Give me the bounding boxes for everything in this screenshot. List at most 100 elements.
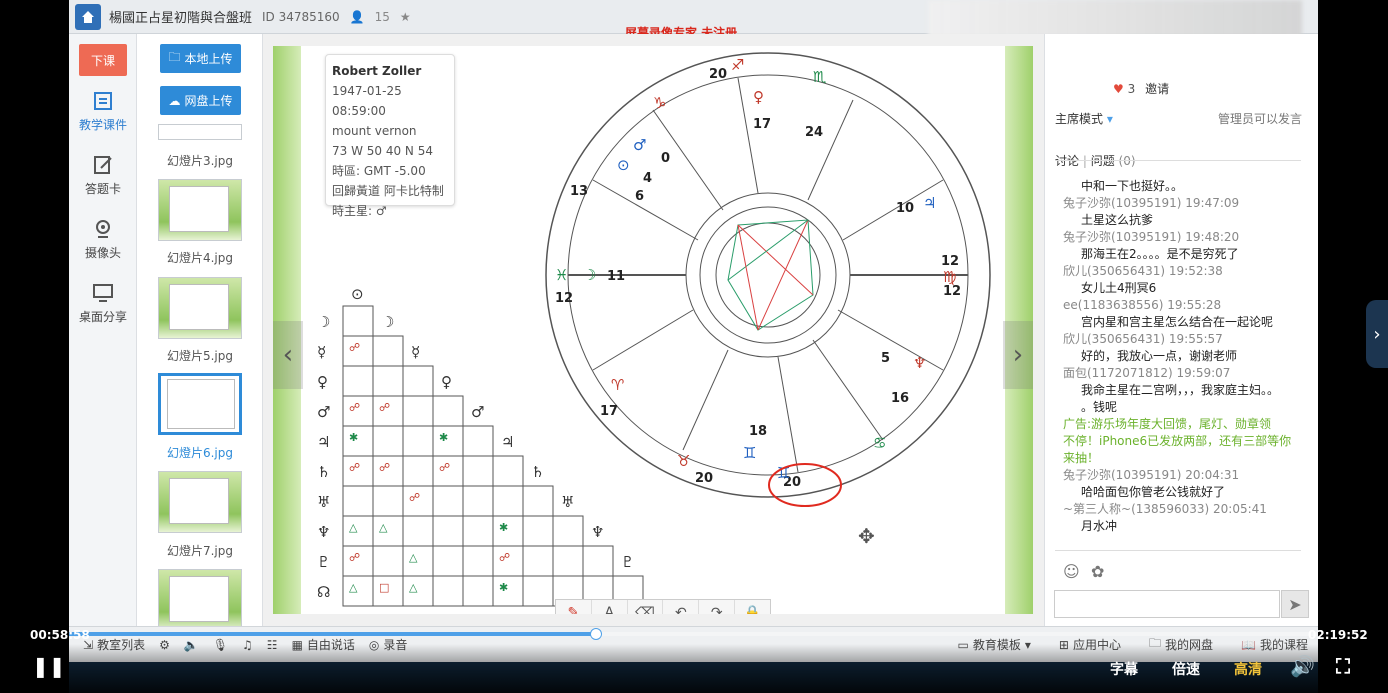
divider	[1055, 550, 1301, 551]
home-icon[interactable]	[75, 3, 101, 30]
chart-info-card: Robert Zoller 1947-01-25 08:59:00 mount …	[325, 54, 455, 218]
svg-text:♍: ♍	[943, 268, 956, 286]
slide-thumb-label: 幻燈片5.jpg	[166, 349, 234, 363]
subtitle-button[interactable]: 字幕	[1110, 659, 1138, 679]
chat-message: 宫内星和宫主星怎么结合在一起论呢	[1081, 315, 1274, 329]
slide-thumb[interactable]	[158, 569, 242, 626]
svg-text:18: 18	[749, 424, 767, 439]
user-icon: 👤	[349, 9, 365, 24]
lock-icon[interactable]: 🔒	[735, 600, 770, 614]
progress-handle[interactable]	[590, 628, 602, 640]
svg-text:12: 12	[555, 291, 573, 306]
svg-text:☍: ☍	[409, 491, 420, 504]
invite-link[interactable]: 邀请	[1145, 82, 1169, 96]
slide-thumb[interactable]	[158, 277, 242, 339]
slide-stage: Robert Zoller 1947-01-25 08:59:00 mount …	[263, 34, 1044, 626]
side-expand-button[interactable]: ›	[1366, 300, 1388, 368]
svg-text:♀: ♀	[317, 373, 328, 391]
slide-thumb-label: 幻燈片3.jpg	[166, 154, 234, 168]
chat-sender: ~第三人称~(138596033) 20:05:41	[1063, 502, 1267, 516]
upload-local-button[interactable]: 🗀 本地上传	[160, 44, 241, 73]
volume-icon[interactable]: 🔊	[1290, 654, 1315, 678]
svg-text:✱: ✱	[439, 431, 448, 444]
chat-ad-text: 来抽！	[1063, 451, 1100, 465]
fullscreen-icon[interactable]: ⛶	[1336, 654, 1350, 678]
end-class-button[interactable]: 下课	[79, 44, 127, 76]
upload-cloud-button[interactable]: ☁ 网盘上传	[160, 86, 241, 115]
tool-label: 摄像头	[84, 246, 121, 260]
screen-share-icon	[93, 284, 113, 302]
member-count: 15	[374, 9, 390, 24]
natal-chart-wheel: 201724 046 131112 101212 51817 162020 ♐♀…	[545, 52, 991, 498]
send-button[interactable]: ➤	[1281, 590, 1309, 618]
heart-icon[interactable]: ♥	[1113, 82, 1124, 96]
flower-icon[interactable]: ✿	[1091, 562, 1104, 581]
timezone: 時區: GMT -5.00	[332, 164, 426, 178]
chat-message: 女儿土4刑冥6	[1081, 281, 1157, 295]
cloud-icon: ☁	[168, 93, 181, 108]
slide-thumb[interactable]	[158, 179, 242, 241]
edit-icon	[94, 156, 112, 174]
svg-text:☍: ☍	[439, 461, 450, 474]
person-name: Robert Zoller	[332, 64, 422, 78]
svg-text:♄: ♄	[317, 463, 330, 481]
chat-message: 土星这么抗爹	[1081, 213, 1154, 227]
redo-icon[interactable]: ↷	[699, 600, 736, 614]
next-slide-button[interactable]: ›	[1003, 321, 1033, 389]
slide-canvas: Robert Zoller 1947-01-25 08:59:00 mount …	[273, 46, 1033, 614]
tool-screen-share[interactable]: 桌面分享	[69, 282, 137, 325]
pen-tool-icon[interactable]: ✎	[556, 600, 592, 614]
svg-text:0: 0	[661, 151, 670, 166]
svg-text:☿: ☿	[411, 343, 420, 361]
svg-text:☍: ☍	[379, 461, 390, 474]
slide-thumb-label: 幻燈片6.jpg	[166, 446, 234, 460]
svg-text:♇: ♇	[317, 553, 330, 571]
eraser-tool-icon[interactable]: ⌫	[628, 600, 664, 614]
tool-courseware[interactable]: 教学课件	[69, 90, 137, 133]
text-tool-icon[interactable]: A	[592, 600, 628, 614]
svg-text:♉: ♉	[677, 452, 690, 470]
tool-answer-card[interactable]: 答题卡	[69, 154, 137, 197]
progress-fill	[69, 632, 596, 636]
svg-text:♏: ♏	[813, 68, 827, 86]
svg-text:△: △	[409, 581, 418, 594]
birth-place: mount vernon	[332, 124, 417, 138]
star-icon[interactable]: ★	[400, 10, 411, 24]
chat-input[interactable]	[1054, 590, 1280, 618]
svg-text:✱: ✱	[499, 521, 508, 534]
svg-text:⊙: ⊙	[617, 156, 630, 174]
slide-thumb-selected[interactable]	[158, 373, 242, 435]
quality-button[interactable]: 高清	[1234, 659, 1262, 679]
chat-message: 哈哈面包你管老公钱就好了	[1081, 485, 1226, 499]
svg-text:♐: ♐	[731, 56, 744, 74]
undo-icon[interactable]: ↶	[663, 600, 700, 614]
slide-thumb[interactable]	[158, 124, 242, 140]
svg-text:⊙: ⊙	[351, 285, 364, 303]
tool-camera[interactable]: 摄像头	[69, 218, 137, 261]
progress-bar[interactable]	[69, 628, 1318, 640]
slide-thumb[interactable]	[158, 471, 242, 533]
svg-text:10: 10	[896, 201, 914, 216]
svg-text:♈: ♈	[611, 376, 624, 394]
pause-button[interactable]: ❚❚	[32, 654, 66, 678]
chat-message: 中和一下也挺好。。	[1081, 179, 1184, 193]
mode-select[interactable]: 主席模式 ▾	[1055, 110, 1113, 127]
svg-text:☍: ☍	[349, 551, 360, 564]
question-count: (0)	[1118, 154, 1136, 168]
speed-button[interactable]: 倍速	[1172, 659, 1200, 679]
svg-text:♅: ♅	[317, 493, 330, 511]
tab-discuss[interactable]: 讨论	[1055, 154, 1079, 168]
chat-sender: 兔子沙弥(10395191) 20:04:31	[1063, 468, 1240, 482]
prev-slide-button[interactable]: ‹	[273, 321, 303, 389]
screen: 楊國正占星初階與合盤班 ID 34785160 👤 15 ★ 屏幕录像专家 未注…	[0, 0, 1388, 693]
svg-text:12: 12	[941, 254, 959, 269]
chart-ruler: 時主星: ♂	[332, 204, 387, 218]
svg-text:☊: ☊	[317, 583, 330, 601]
birth-datetime: 1947-01-25 08:59:00	[332, 84, 402, 118]
svg-text:5: 5	[881, 351, 890, 366]
svg-text:♆: ♆	[591, 523, 604, 541]
svg-text:20: 20	[709, 67, 727, 82]
slide-thumb-label: 幻燈片4.jpg	[166, 251, 234, 265]
emoji-icon[interactable]: ☺	[1063, 562, 1080, 581]
tab-question[interactable]: 问题	[1091, 154, 1115, 168]
